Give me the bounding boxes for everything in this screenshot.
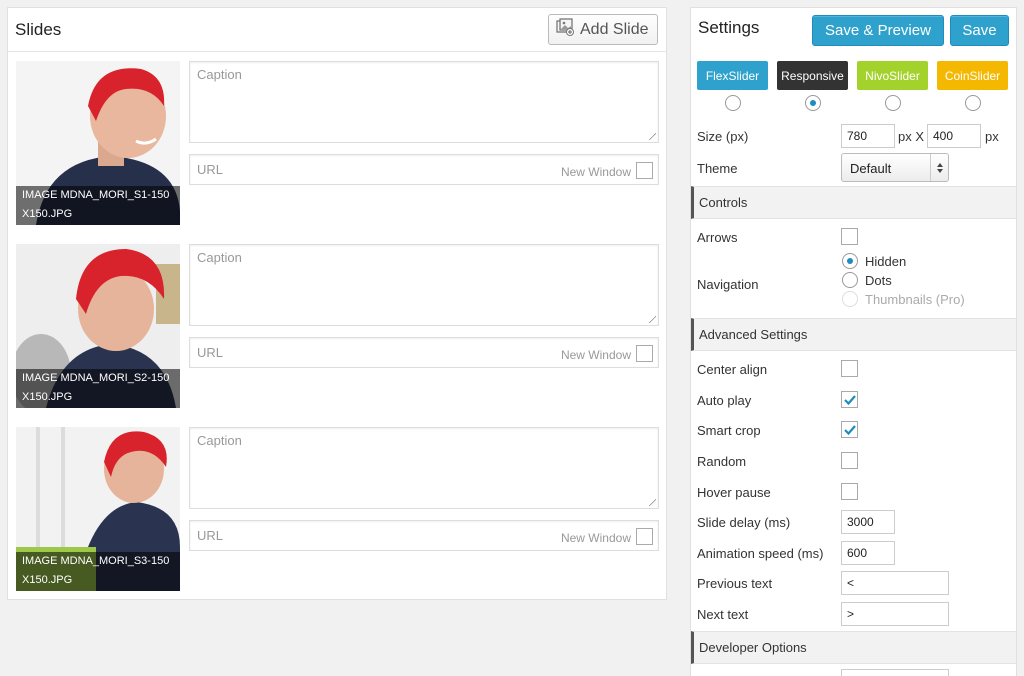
hover-pause-checkbox[interactable] [841, 483, 858, 500]
slide-image-label: IMAGE MDNA_MORI_S3-150X150.JPG [16, 552, 180, 591]
resize-grip-icon[interactable] [648, 498, 656, 506]
px-x-label: px X [898, 129, 925, 144]
navigation-dots-radio[interactable] [842, 272, 858, 288]
url-placeholder: URL [197, 345, 224, 360]
add-image-icon [556, 18, 574, 41]
new-window-checkbox[interactable] [636, 162, 653, 179]
navigation-hidden-radio[interactable] [842, 253, 858, 269]
px-label: px [985, 129, 999, 144]
slides-panel: Slides Add Slide IMAGE MDNA_MORI_S1-150X… [7, 7, 667, 600]
hover-pause-label: Hover pause [697, 485, 771, 500]
height-input[interactable]: 400 [927, 124, 981, 148]
controls-heading: Controls [699, 195, 748, 210]
animation-speed-label: Animation speed (ms) [697, 546, 824, 561]
checkmark-icon [844, 395, 856, 406]
smart-crop-checkbox[interactable] [841, 421, 858, 438]
next-text-label: Next text [697, 607, 749, 622]
resize-grip-icon[interactable] [648, 132, 656, 140]
previous-text-input[interactable]: < [841, 571, 949, 595]
slide-thumbnail[interactable]: IMAGE MDNA_MORI_S3-150X150.JPG [16, 427, 180, 591]
developer-heading: Developer Options [699, 640, 807, 655]
coinslider-radio[interactable] [965, 95, 981, 111]
caption-placeholder: Caption [197, 433, 242, 448]
slide-image-label: IMAGE MDNA_MORI_S1-150X150.JPG [16, 186, 180, 225]
navigation-hidden-label: Hidden [865, 254, 907, 269]
add-slide-button[interactable]: Add Slide [548, 14, 658, 45]
controls-section-header: Controls [691, 186, 1016, 219]
theme-label: Theme [697, 161, 738, 176]
navigation-thumbnails-label: Thumbnails (Pro) [865, 292, 965, 307]
caption-textarea[interactable]: Caption [189, 427, 659, 509]
responsive-label: Responsive [781, 68, 844, 83]
responsive-radio[interactable] [805, 95, 821, 111]
url-input[interactable]: URL New Window [189, 337, 659, 368]
url-input[interactable]: URL New Window [189, 154, 659, 185]
slide-delay-label: Slide delay (ms) [697, 515, 791, 530]
slide-row: IMAGE MDNA_MORI_S3-150X150.JPG Caption U… [16, 427, 661, 592]
checkmark-icon [844, 425, 856, 436]
nivoslider-radio[interactable] [885, 95, 901, 111]
animation-speed-input[interactable]: 600 [841, 541, 895, 565]
responsive-tab[interactable]: Responsive [777, 61, 848, 90]
theme-select[interactable]: Default [841, 153, 949, 182]
new-window-checkbox[interactable] [636, 528, 653, 545]
settings-panel: Settings Save & Preview Save FlexSlider … [690, 7, 1017, 676]
resize-grip-icon[interactable] [648, 315, 656, 323]
arrows-label: Arrows [697, 230, 738, 245]
select-arrows-icon [930, 154, 948, 181]
flexslider-radio[interactable] [725, 95, 741, 111]
new-window-label: New Window [560, 348, 631, 362]
smart-crop-label: Smart crop [697, 423, 761, 438]
coinslider-label: CoinSlider [944, 68, 1001, 83]
advanced-section-header: Advanced Settings [691, 318, 1016, 351]
slide-row: IMAGE MDNA_MORI_S2-150X150.JPG Caption U… [16, 244, 661, 409]
advanced-heading: Advanced Settings [699, 327, 808, 342]
theme-value: Default [850, 161, 892, 176]
save-preview-button[interactable]: Save & Preview [812, 15, 944, 46]
navigation-dots-label: Dots [865, 273, 892, 288]
url-placeholder: URL [197, 528, 224, 543]
nivoslider-tab[interactable]: NivoSlider [857, 61, 928, 90]
slide-delay-input[interactable]: 3000 [841, 510, 895, 534]
previous-text-label: Previous text [697, 576, 773, 591]
developer-input[interactable] [841, 669, 949, 676]
slides-header: Slides Add Slide [8, 8, 666, 52]
new-window-label: New Window [560, 165, 631, 179]
slide-row: IMAGE MDNA_MORI_S1-150X150.JPG Caption U… [16, 61, 661, 226]
arrows-checkbox[interactable] [841, 228, 858, 245]
coinslider-tab[interactable]: CoinSlider [937, 61, 1008, 90]
nivoslider-label: NivoSlider [865, 68, 920, 83]
slides-title: Slides [15, 20, 62, 39]
slide-thumbnail[interactable]: IMAGE MDNA_MORI_S1-150X150.JPG [16, 61, 180, 225]
random-checkbox[interactable] [841, 452, 858, 469]
developer-section-header: Developer Options [691, 631, 1016, 664]
slide-image-label: IMAGE MDNA_MORI_S2-150X150.JPG [16, 369, 180, 408]
auto-play-label: Auto play [697, 393, 752, 408]
settings-title: Settings [698, 18, 760, 37]
center-align-checkbox[interactable] [841, 360, 858, 377]
caption-placeholder: Caption [197, 250, 242, 265]
new-window-checkbox[interactable] [636, 345, 653, 362]
slide-thumbnail[interactable]: IMAGE MDNA_MORI_S2-150X150.JPG [16, 244, 180, 408]
width-input[interactable]: 780 [841, 124, 895, 148]
navigation-thumbnails-radio [842, 291, 858, 307]
caption-textarea[interactable]: Caption [189, 61, 659, 143]
size-label: Size (px) [697, 129, 749, 144]
flexslider-label: FlexSlider [705, 68, 760, 83]
random-label: Random [697, 454, 747, 469]
next-text-input[interactable]: > [841, 602, 949, 626]
save-button[interactable]: Save [950, 15, 1009, 46]
flexslider-tab[interactable]: FlexSlider [697, 61, 768, 90]
center-align-label: Center align [697, 362, 768, 377]
new-window-label: New Window [560, 531, 631, 545]
navigation-label: Navigation [697, 277, 759, 292]
url-placeholder: URL [197, 162, 224, 177]
add-slide-label: Add Slide [580, 20, 649, 38]
auto-play-checkbox[interactable] [841, 391, 858, 408]
url-input[interactable]: URL New Window [189, 520, 659, 551]
caption-textarea[interactable]: Caption [189, 244, 659, 326]
caption-placeholder: Caption [197, 67, 242, 82]
